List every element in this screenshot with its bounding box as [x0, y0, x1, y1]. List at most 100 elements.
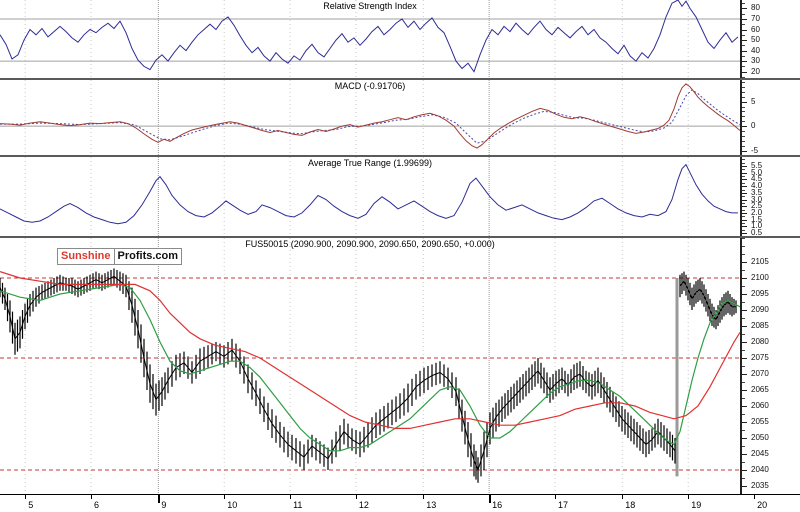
axis-tick-label: 0.5 — [751, 228, 763, 237]
axis-tick-label: -5 — [751, 145, 759, 155]
axis-tick — [742, 150, 747, 152]
date-tick — [91, 495, 92, 499]
axis-minor-tick — [742, 318, 745, 319]
date-tick — [158, 495, 161, 503]
date-label: 20 — [757, 500, 768, 510]
atr-plot — [0, 157, 740, 236]
axis-tick — [742, 454, 747, 455]
axis-tick — [742, 422, 747, 423]
rsi-panel: Relative Strength Index 80 70 60 50 40 30 20 — [0, 0, 800, 78]
date-tick — [355, 495, 357, 499]
sunshineprofits-logo: Sunshine Profits.com — [57, 248, 183, 265]
axis-minor-tick — [742, 366, 745, 367]
axis-minor-tick — [742, 176, 745, 177]
axis-minor-tick — [742, 135, 745, 137]
axis-minor-tick — [742, 223, 745, 224]
price-plot — [0, 238, 740, 494]
price-panel: FUS50015 (2090.900, 2090.900, 2090.650, … — [0, 238, 800, 495]
axis-tick — [742, 278, 747, 279]
axis-minor-tick — [742, 91, 745, 93]
axis-minor-tick — [742, 446, 745, 447]
date-tick — [489, 495, 492, 503]
axis-tick — [742, 206, 747, 208]
axis-tick-label: 2080 — [751, 337, 769, 346]
rsi-right-axis: 80 70 60 50 40 30 20 — [740, 0, 800, 78]
axis-tick — [742, 179, 747, 181]
axis-tick-label: 2085 — [751, 321, 769, 330]
axis-minor-tick — [742, 350, 745, 351]
axis-minor-tick — [742, 140, 745, 142]
axis-tick — [742, 226, 747, 228]
axis-tick — [742, 374, 747, 375]
axis-minor-tick — [742, 106, 745, 108]
axis-minor-tick — [742, 116, 745, 118]
date-tick — [622, 495, 624, 499]
date-label: 17 — [558, 500, 569, 510]
logo-sunshine-text: Sunshine — [58, 249, 115, 264]
macd-title: MACD (-0.91706) — [334, 81, 406, 91]
axis-tick — [742, 199, 747, 201]
axis-tick — [742, 486, 747, 487]
atr-panel: Average True Range (1.99699) 5.5 5.0 4.5 4.… — [0, 157, 800, 237]
axis-minor-tick — [742, 182, 745, 184]
axis-tick — [742, 192, 747, 194]
axis-minor-tick — [742, 76, 745, 78]
axis-tick — [742, 71, 747, 73]
axis-tick — [742, 126, 747, 128]
axis-tick — [742, 262, 747, 263]
axis-tick-label: 2040 — [751, 465, 769, 474]
axis-tick-label: 2060 — [751, 401, 769, 410]
axis-minor-tick — [742, 169, 745, 171]
axis-tick-label: 30 — [751, 56, 760, 66]
date-label: 18 — [625, 500, 636, 510]
axis-tick — [742, 310, 747, 311]
axis-minor-tick — [742, 3, 745, 5]
axis-tick-label: 20 — [751, 66, 760, 76]
axis-tick — [742, 438, 747, 439]
axis-tick — [742, 166, 747, 167]
rsi-title: Relative Strength Index — [323, 1, 417, 11]
date-label: 11 — [293, 500, 303, 510]
date-label: 19 — [691, 500, 702, 510]
date-tick — [423, 495, 425, 499]
axis-minor-tick — [742, 111, 745, 113]
axis-tick-label: 2065 — [751, 385, 769, 394]
axis-minor-tick — [742, 216, 745, 218]
axis-tick — [742, 342, 747, 343]
date-label: 6 — [94, 500, 100, 510]
axis-tick — [742, 50, 747, 52]
macd-plot — [0, 80, 740, 155]
axis-tick-label: 2095 — [751, 289, 769, 298]
axis-minor-tick — [742, 131, 745, 132]
axis-minor-tick — [742, 414, 745, 415]
axis-minor-tick — [742, 121, 745, 123]
axis-minor-tick — [742, 398, 745, 399]
axis-minor-tick — [742, 209, 745, 211]
date-tick — [688, 495, 690, 499]
axis-tick — [742, 219, 747, 221]
date-label: 13 — [426, 500, 437, 510]
axis-tick-label: 2075 — [751, 353, 769, 362]
axis-tick-label: 60 — [751, 24, 760, 34]
axis-tick-label: 2055 — [751, 417, 769, 426]
axis-minor-tick — [742, 96, 745, 98]
axis-tick — [742, 406, 747, 407]
axis-tick-label: 2050 — [751, 433, 769, 442]
axis-minor-tick — [742, 66, 745, 68]
atr-title: Average True Range (1.99699) — [308, 158, 432, 168]
axis-tick — [742, 358, 747, 359]
axis-tick-label: 70 — [751, 14, 760, 23]
axis-tick — [742, 172, 747, 174]
axis-minor-tick — [742, 246, 745, 247]
axis-minor-tick — [742, 302, 745, 303]
axis-minor-tick — [742, 82, 745, 83]
axis-minor-tick — [742, 189, 745, 191]
macd-panel: MACD (-0.91706) 5 0 -5 — [0, 80, 800, 155]
axis-tick — [742, 233, 747, 234]
date-label: 16 — [492, 500, 503, 510]
axis-tick-label: 2105 — [751, 257, 769, 266]
axis-minor-tick — [742, 196, 745, 198]
rsi-plot — [0, 0, 740, 78]
date-tick — [290, 495, 292, 499]
macd-right-axis: 5 0 -5 — [740, 80, 800, 155]
